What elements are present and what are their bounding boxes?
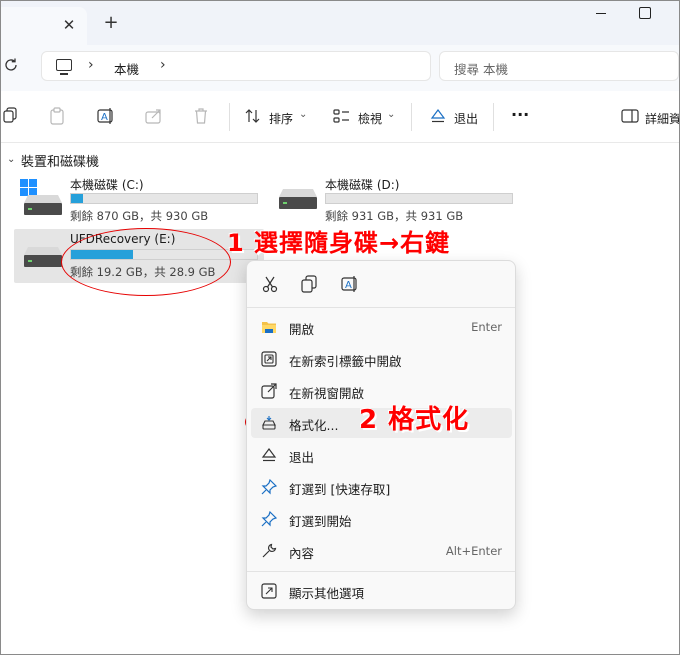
address-row: › 本機 › 搜尋 本機: [1, 45, 679, 91]
breadcrumb-separator[interactable]: ›: [160, 57, 166, 73]
drive-usage-bar: [325, 193, 513, 204]
menu-item-label: 在新視窗開啟: [289, 386, 365, 401]
menu-item-properties[interactable]: 內容 Alt+Enter: [251, 536, 512, 566]
menu-item-pin-start[interactable]: 釘選到開始: [251, 504, 512, 534]
menu-item-eject[interactable]: 退出: [251, 440, 512, 470]
toolbar-divider: [411, 103, 412, 131]
menu-item-shortcut: Enter: [471, 320, 502, 334]
menu-item-label: 顯示其他選項: [289, 586, 365, 601]
menu-item-label: 格式化...: [289, 418, 339, 433]
menu-item-label: 內容: [289, 546, 315, 561]
eject-icon: [261, 447, 277, 463]
pin-icon: [261, 478, 278, 495]
copy-icon[interactable]: [301, 275, 321, 295]
minimize-button[interactable]: [591, 13, 611, 15]
eject-button[interactable]: 退出: [454, 110, 478, 127]
svg-text:A: A: [101, 112, 108, 123]
title-bar: ✕ +: [1, 1, 679, 45]
cut-icon[interactable]: [261, 275, 281, 295]
copy-icon[interactable]: [3, 107, 21, 125]
drive-usage-bar: [70, 193, 258, 204]
search-input[interactable]: 搜尋 本機: [439, 51, 679, 81]
toolbar-divider: [493, 103, 494, 131]
section-devices-and-drives[interactable]: 裝置和磁碟機: [21, 151, 99, 170]
breadcrumb-separator[interactable]: ›: [88, 57, 94, 73]
search-placeholder: 搜尋 本機: [454, 62, 508, 77]
file-explorer-window: ✕ + › 本機 › 搜尋 本機 A 排序 ⌄ 檢視 ⌄ 退出 ··· 詳細資 …: [0, 0, 680, 655]
annotation-step-1: 1 選擇隨身碟→右鍵: [227, 229, 451, 257]
annotation-ellipse-drive: [61, 228, 231, 296]
chevron-down-icon[interactable]: ⌄: [387, 109, 395, 120]
paste-icon[interactable]: [49, 107, 67, 125]
usb-drive-icon: [24, 247, 62, 267]
drive-name: 本機磁碟 (C:): [70, 178, 144, 192]
maximize-button[interactable]: [639, 7, 651, 19]
context-menu-quick-actions: A: [247, 261, 515, 307]
menu-item-label: 在新索引標籤中開啟: [289, 354, 402, 369]
windows-drive-icon: [20, 179, 62, 215]
eject-icon[interactable]: [429, 107, 447, 125]
menu-item-show-more-options[interactable]: 顯示其他選項: [251, 576, 512, 606]
chevron-down-icon[interactable]: ⌄: [299, 109, 307, 120]
command-bar: A 排序 ⌄ 檢視 ⌄ 退出 ··· 詳細資: [1, 91, 679, 143]
drive-free-space: 剩餘 870 GB，共 930 GB: [70, 209, 209, 223]
tab-this-pc[interactable]: ✕: [1, 7, 87, 45]
rename-icon[interactable]: A: [97, 107, 115, 125]
menu-divider: [247, 571, 515, 572]
view-icon[interactable]: [333, 107, 351, 125]
details-button[interactable]: 詳細資: [645, 110, 679, 127]
toolbar-divider: [229, 103, 230, 131]
menu-divider: [247, 307, 515, 308]
open-new-window-icon: [261, 383, 277, 399]
close-tab-icon[interactable]: ✕: [59, 15, 79, 35]
delete-icon[interactable]: [193, 107, 211, 125]
annotation-step-2: 2 格式化: [359, 405, 470, 435]
folder-icon: [261, 319, 277, 335]
more-options-icon: [261, 583, 277, 599]
wrench-icon: [261, 543, 277, 559]
collapse-chevron-icon[interactable]: ⌄: [7, 154, 15, 165]
menu-item-open-in-new-tab[interactable]: 在新索引標籤中開啟: [251, 344, 512, 374]
refresh-icon[interactable]: [3, 57, 23, 77]
menu-item-label: 退出: [289, 450, 315, 465]
breadcrumb-this-pc[interactable]: 本機: [114, 59, 139, 78]
menu-item-label: 開啟: [289, 322, 315, 337]
svg-text:A: A: [345, 280, 352, 291]
drive-free-space: 剩餘 931 GB，共 931 GB: [325, 209, 464, 223]
share-icon[interactable]: [145, 107, 163, 125]
details-pane-icon[interactable]: [621, 107, 639, 125]
menu-item-label: 釘選到 [快速存取]: [289, 482, 391, 497]
sort-icon[interactable]: [244, 107, 262, 125]
drive-c[interactable]: 本機磁碟 (C:) 剩餘 870 GB，共 930 GB: [14, 173, 264, 225]
more-options-button[interactable]: ···: [511, 105, 529, 124]
menu-item-shortcut: Alt+Enter: [445, 544, 502, 558]
view-button[interactable]: 檢視: [358, 110, 382, 127]
new-tab-icon: [261, 351, 277, 367]
sort-button[interactable]: 排序: [269, 110, 293, 127]
new-tab-button[interactable]: +: [101, 13, 121, 33]
format-drive-icon: [261, 415, 277, 431]
rename-icon[interactable]: A: [341, 275, 361, 295]
drive-d[interactable]: 本機磁碟 (D:) 剩餘 931 GB，共 931 GB: [269, 173, 519, 225]
menu-item-pin-quick-access[interactable]: 釘選到 [快速存取]: [251, 472, 512, 502]
hard-drive-icon: [279, 189, 317, 209]
address-bar[interactable]: › 本機 ›: [41, 51, 431, 81]
drive-name: 本機磁碟 (D:): [325, 178, 400, 192]
pin-icon: [261, 510, 278, 527]
this-pc-icon: [56, 59, 72, 75]
menu-item-label: 釘選到開始: [289, 514, 352, 529]
menu-item-open[interactable]: 開啟 Enter: [251, 312, 512, 342]
drive-usage-fill: [71, 194, 84, 203]
